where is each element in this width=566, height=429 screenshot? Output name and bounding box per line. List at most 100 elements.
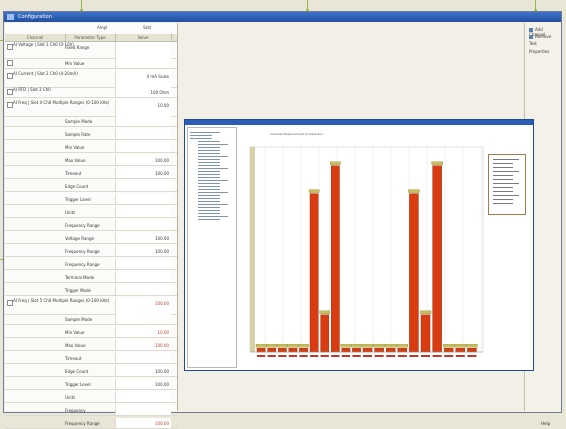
legend-entry [493,159,519,160]
property-value[interactable]: 100.00 [155,369,169,374]
property-label: Trigger Mode [65,288,91,293]
value-cell[interactable] [115,194,171,204]
data-label [431,161,443,165]
property-value[interactable]: 10.00 [158,103,169,108]
x-tick-label [278,355,287,357]
property-label: Frequency Range [65,249,100,254]
status-bar: Help [541,421,550,426]
property-row[interactable]: Sample Mode [5,314,177,325]
property-value[interactable]: 100.00 [155,382,169,387]
property-label: Units [65,210,76,215]
data-label [266,344,278,348]
property-row[interactable]: Edge Count [5,181,177,192]
property-row[interactable]: Trigger Level 100.00 [5,379,177,390]
x-tick-label [267,355,276,357]
expand-toggle-icon[interactable] [7,60,13,66]
value-cell[interactable] [115,285,171,295]
property-row[interactable]: Frequency [5,405,177,416]
property-row[interactable]: Sample Rate [5,129,177,140]
property-value[interactable]: 100.00 [155,236,169,241]
property-value[interactable]: 100.00 [155,158,169,163]
grid-tool-right[interactable]: Stat [143,25,151,30]
value-cell[interactable] [115,405,171,415]
property-row[interactable]: Max Value 100.00 [5,155,177,166]
property-row[interactable]: Timeout 100.00 [5,168,177,179]
property-value[interactable]: 100.00 [155,171,169,176]
value-cell[interactable] [115,314,171,324]
bar [362,348,373,353]
x-tick-label [341,355,351,357]
plot-area [249,146,484,353]
property-row[interactable]: Edge Count 100.00 [5,366,177,377]
property-value[interactable]: 100.00 [155,301,169,306]
property-row[interactable]: Timeout [5,353,177,364]
toolbar-button-properties[interactable]: Properties [529,49,549,54]
category-row[interactable]: AI RTD | Slot 3 Ch0 100 Ohm [5,87,177,98]
value-cell[interactable] [115,129,171,139]
property-label: Sample Mode [65,317,93,322]
value-cell[interactable] [115,207,171,217]
property-row[interactable]: Units [5,392,177,403]
category-row[interactable]: AI Voltage | Slot 1 Ch0 (0-10V) Fixed Ran… [5,42,177,59]
value-cell[interactable] [115,142,171,152]
column-header-channel[interactable]: Channel [5,34,66,41]
grid-tool-left[interactable]: Ampl [97,25,107,30]
category-row[interactable]: Min Value [5,58,177,69]
data-label [319,310,331,314]
property-row[interactable]: Max Value 100.00 [5,340,177,351]
bar-chart [249,146,484,357]
value-cell[interactable] [115,181,171,191]
property-row[interactable]: Frequency Range 100.00 [5,418,177,429]
property-row[interactable]: Frequency Range [5,220,177,231]
property-row[interactable]: Min Value 10.00 [5,327,177,338]
column-header-parameter[interactable]: Parameter Type [65,34,116,41]
toolbar-button-remove[interactable]: Remove [529,34,551,39]
value-cell[interactable] [115,392,171,402]
property-row[interactable]: Min Value [5,142,177,153]
property-row[interactable]: Sample Mode [5,116,177,127]
data-label [308,189,320,193]
property-row[interactable]: Trigger Mode [5,285,177,296]
property-row[interactable]: Trigger Level [5,194,177,205]
toolbar-button-label: Properties [529,49,550,54]
property-value[interactable]: 100 Ohm [151,90,170,95]
property-value[interactable]: 100.00 [155,421,169,426]
value-cell[interactable] [115,42,171,58]
property-value[interactable]: 10.00 [158,330,169,335]
property-value[interactable]: 4 mA Scale [147,74,169,79]
data-label [330,161,341,165]
property-value[interactable]: 100.00 [155,249,169,254]
bar [467,348,477,353]
toolbar-button-test[interactable]: Test [529,41,537,46]
app-icon [7,14,14,20]
data-label [385,344,397,348]
bar [267,348,277,353]
x-tick-label [299,355,308,357]
column-header-value[interactable]: Value [115,34,172,41]
property-label: Min Value [65,145,85,150]
property-row[interactable]: Units [5,207,177,218]
property-row[interactable]: Voltage Range 100.00 [5,233,177,244]
x-tick-label [363,355,373,357]
property-row[interactable]: Frequency Range 100.00 [5,246,177,257]
category-row[interactable]: AI Freq | Slot 4 Ch0 Multiple Ranges (0-… [5,100,177,117]
value-cell[interactable] [115,116,171,126]
x-tick-label [467,355,477,357]
value-cell[interactable] [115,58,171,68]
value-cell[interactable] [115,272,171,282]
legend-entry [493,179,513,180]
category-row[interactable]: AI Current | Slot 2 Ch0 (4-20mA) 4 mA Sca… [5,71,177,88]
property-value[interactable]: 100.00 [155,343,169,348]
data-label [443,344,455,348]
bar [320,314,330,353]
help-link[interactable]: Help [541,421,550,426]
data-label [277,344,288,348]
property-row[interactable]: Frequency Range [5,259,177,270]
value-cell[interactable] [115,259,171,269]
category-row[interactable]: AI Freq | Slot 5 Ch0 Multiple Ranges (0-… [5,298,177,315]
legend-entry [493,199,513,200]
value-cell[interactable] [115,353,171,363]
data-label [340,344,352,348]
property-row[interactable]: Terminal Mode [5,272,177,283]
value-cell[interactable] [115,220,171,230]
